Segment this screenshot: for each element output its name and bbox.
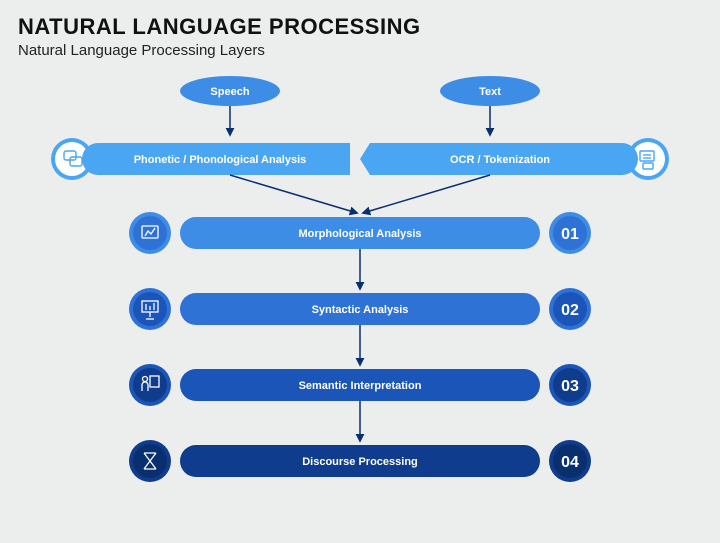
stage-discourse: Discourse Processing 04: [129, 440, 591, 482]
num-02: 02: [561, 302, 579, 319]
num-03: 03: [561, 378, 579, 395]
page-subtitle: Natural Language Processing Layers: [0, 42, 720, 73]
label-discourse: Discourse Processing: [302, 456, 418, 468]
label-ocr: OCR / Tokenization: [450, 154, 550, 166]
num-04: 04: [561, 454, 579, 471]
nlp-layers-diagram: Speech Text Phonetic / Phonological Anal…: [20, 73, 700, 543]
svg-text:Text: Text: [479, 86, 501, 98]
label-morphological: Morphological Analysis: [298, 228, 421, 240]
row-phonetic-ocr: Phonetic / Phonological Analysis OCR / T…: [51, 138, 669, 180]
label-phonetic: Phonetic / Phonological Analysis: [134, 154, 307, 166]
input-text: Text: [440, 76, 540, 106]
stage-syntactic: Syntactic Analysis 02: [129, 288, 591, 330]
label-semantic: Semantic Interpretation: [299, 380, 422, 392]
input-speech: Speech: [180, 76, 280, 106]
label-syntactic: Syntactic Analysis: [312, 304, 409, 316]
stage-semantic: Semantic Interpretation 03: [129, 364, 591, 406]
num-01: 01: [561, 226, 579, 243]
stage-morphological: Morphological Analysis 01: [129, 212, 591, 254]
page-title: NATURAL LANGUAGE PROCESSING: [0, 0, 720, 42]
svg-text:Speech: Speech: [210, 86, 249, 98]
